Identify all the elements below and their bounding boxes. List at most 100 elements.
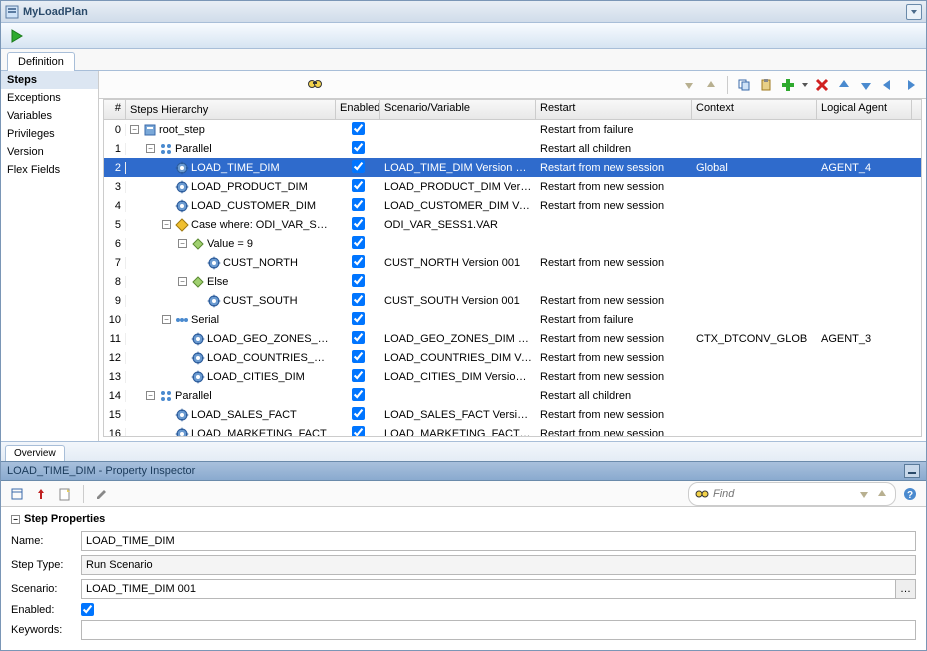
table-row[interactable]: 5−Case where: ODI_VAR_SESS1ODI_VAR_SESS1… bbox=[104, 215, 921, 234]
sidebar-item-variables[interactable]: Variables bbox=[1, 107, 98, 125]
col-enabled[interactable]: Enabled bbox=[336, 100, 380, 119]
sidebar-item-privileges[interactable]: Privileges bbox=[1, 125, 98, 143]
move-up-icon[interactable] bbox=[834, 75, 854, 95]
copy-icon[interactable] bbox=[734, 75, 754, 95]
table-row[interactable]: 11LOAD_GEO_ZONES_DIMLOAD_GEO_ZONES_DIM V… bbox=[104, 329, 921, 348]
enabled-checkbox[interactable] bbox=[352, 122, 365, 135]
table-row[interactable]: 8−Else bbox=[104, 272, 921, 291]
enabled-checkbox[interactable] bbox=[352, 236, 365, 249]
enabled-checkbox[interactable] bbox=[352, 426, 365, 437]
enabled-checkbox[interactable] bbox=[352, 293, 365, 306]
help-icon[interactable]: ? bbox=[900, 484, 920, 504]
enabled-checkbox[interactable] bbox=[352, 331, 365, 344]
inspector-title-bar: LOAD_TIME_DIM - Property Inspector bbox=[1, 461, 926, 481]
enabled-checkbox[interactable] bbox=[352, 388, 365, 401]
cell-agent: AGENT_3 bbox=[817, 333, 912, 345]
col-restart[interactable]: Restart bbox=[536, 100, 692, 119]
add-step-button[interactable] bbox=[778, 75, 798, 95]
title-bar: MyLoadPlan bbox=[1, 1, 926, 23]
arrow-up-icon[interactable] bbox=[701, 75, 721, 95]
move-down-icon[interactable] bbox=[856, 75, 876, 95]
step-label: Parallel bbox=[175, 143, 212, 155]
tree-toggle-icon[interactable]: − bbox=[146, 144, 155, 153]
section-step-properties[interactable]: − Step Properties bbox=[11, 513, 916, 525]
field-name[interactable] bbox=[81, 531, 916, 551]
arrow-down-icon[interactable] bbox=[679, 75, 699, 95]
table-row[interactable]: 1−ParallelRestart all children bbox=[104, 139, 921, 158]
sidebar-item-steps[interactable]: Steps bbox=[1, 71, 98, 89]
tree-toggle-icon[interactable]: − bbox=[130, 125, 139, 134]
table-row[interactable]: 2LOAD_TIME_DIMLOAD_TIME_DIM Version 001R… bbox=[104, 158, 921, 177]
run-button[interactable] bbox=[7, 26, 27, 46]
enabled-checkbox[interactable] bbox=[352, 255, 365, 268]
tab-definition[interactable]: Definition bbox=[7, 52, 75, 71]
tree-toggle-icon[interactable]: − bbox=[178, 277, 187, 286]
sidebar-item-flex-fields[interactable]: Flex Fields bbox=[1, 161, 98, 179]
table-row[interactable]: 9CUST_SOUTHCUST_SOUTH Version 001Restart… bbox=[104, 291, 921, 310]
edit-icon[interactable] bbox=[92, 484, 112, 504]
grid-body[interactable]: 0−root_stepRestart from failure1−Paralle… bbox=[104, 120, 921, 436]
enabled-checkbox[interactable] bbox=[352, 217, 365, 230]
enabled-checkbox[interactable] bbox=[352, 369, 365, 382]
editor-tab-strip: Definition bbox=[1, 49, 926, 71]
delete-step-button[interactable] bbox=[812, 75, 832, 95]
table-row[interactable]: 15LOAD_SALES_FACTLOAD_SALES_FACT Version… bbox=[104, 405, 921, 424]
cell-scenario: LOAD_TIME_DIM Version 001 bbox=[380, 162, 536, 174]
find-prev-icon[interactable] bbox=[875, 484, 889, 504]
tree-toggle-icon[interactable]: − bbox=[162, 315, 171, 324]
col-context[interactable]: Context bbox=[692, 100, 817, 119]
window-menu-button[interactable] bbox=[906, 4, 922, 20]
sidebar-item-version[interactable]: Version bbox=[1, 143, 98, 161]
table-row[interactable]: 7CUST_NORTHCUST_NORTH Version 001Restart… bbox=[104, 253, 921, 272]
freeze-icon[interactable] bbox=[7, 484, 27, 504]
add-dropdown-icon[interactable] bbox=[800, 75, 810, 95]
table-row[interactable]: 0−root_stepRestart from failure bbox=[104, 120, 921, 139]
find-next-icon[interactable] bbox=[857, 484, 871, 504]
enabled-checkbox[interactable] bbox=[352, 160, 365, 173]
table-row[interactable]: 4LOAD_CUSTOMER_DIMLOAD_CUSTOMER_DIM Vers… bbox=[104, 196, 921, 215]
table-row[interactable]: 12LOAD_COUNTRIES_DIMLOAD_COUNTRIES_DIM V… bbox=[104, 348, 921, 367]
col-hierarchy[interactable]: Steps Hierarchy bbox=[126, 100, 336, 119]
pin-icon[interactable] bbox=[31, 484, 51, 504]
table-row[interactable]: 16LOAD_MARKETING_FACTLOAD_MARKETING_FACT… bbox=[104, 424, 921, 436]
field-scenario[interactable] bbox=[81, 579, 896, 599]
move-right-icon[interactable] bbox=[900, 75, 920, 95]
tab-overview[interactable]: Overview bbox=[5, 445, 65, 461]
label-name: Name: bbox=[11, 535, 81, 547]
tree-toggle-icon[interactable]: − bbox=[178, 239, 187, 248]
step-label: LOAD_TIME_DIM bbox=[191, 162, 280, 174]
table-row[interactable]: 13LOAD_CITIES_DIMLOAD_CITIES_DIM Version… bbox=[104, 367, 921, 386]
step-label: LOAD_MARKETING_FACT bbox=[191, 428, 327, 437]
table-row[interactable]: 3LOAD_PRODUCT_DIMLOAD_PRODUCT_DIM Versio… bbox=[104, 177, 921, 196]
enabled-checkbox[interactable] bbox=[352, 407, 365, 420]
gear-icon bbox=[175, 199, 189, 213]
cell-restart: Restart from failure bbox=[536, 124, 692, 136]
enabled-checkbox[interactable] bbox=[352, 141, 365, 154]
find-input[interactable] bbox=[713, 488, 853, 500]
inspector-minimize-button[interactable] bbox=[904, 464, 920, 478]
move-left-icon[interactable] bbox=[878, 75, 898, 95]
tree-toggle-icon[interactable]: − bbox=[146, 391, 155, 400]
tree-toggle-icon[interactable]: − bbox=[162, 220, 171, 229]
enabled-checkbox[interactable] bbox=[352, 312, 365, 325]
browse-scenario-button[interactable]: … bbox=[896, 579, 916, 599]
paste-icon[interactable] bbox=[756, 75, 776, 95]
table-row[interactable]: 14−ParallelRestart all children bbox=[104, 386, 921, 405]
side-nav: StepsExceptionsVariablesPrivilegesVersio… bbox=[1, 71, 99, 441]
enabled-checkbox[interactable] bbox=[352, 179, 365, 192]
enabled-checkbox[interactable] bbox=[352, 350, 365, 363]
enabled-checkbox[interactable] bbox=[352, 274, 365, 287]
cell-restart: Restart from new session bbox=[536, 352, 692, 364]
field-keywords[interactable] bbox=[81, 620, 916, 640]
col-scenario[interactable]: Scenario/Variable bbox=[380, 100, 536, 119]
cell-restart: Restart from new session bbox=[536, 181, 692, 193]
table-row[interactable]: 6−Value = 9 bbox=[104, 234, 921, 253]
enabled-checkbox[interactable] bbox=[352, 198, 365, 211]
search-icon[interactable] bbox=[305, 75, 325, 95]
new-icon[interactable] bbox=[55, 484, 75, 504]
sidebar-item-exceptions[interactable]: Exceptions bbox=[1, 89, 98, 107]
col-agent[interactable]: Logical Agent bbox=[817, 100, 912, 119]
col-number[interactable]: # bbox=[104, 100, 126, 119]
field-enabled[interactable] bbox=[81, 603, 94, 616]
table-row[interactable]: 10−SerialRestart from failure bbox=[104, 310, 921, 329]
